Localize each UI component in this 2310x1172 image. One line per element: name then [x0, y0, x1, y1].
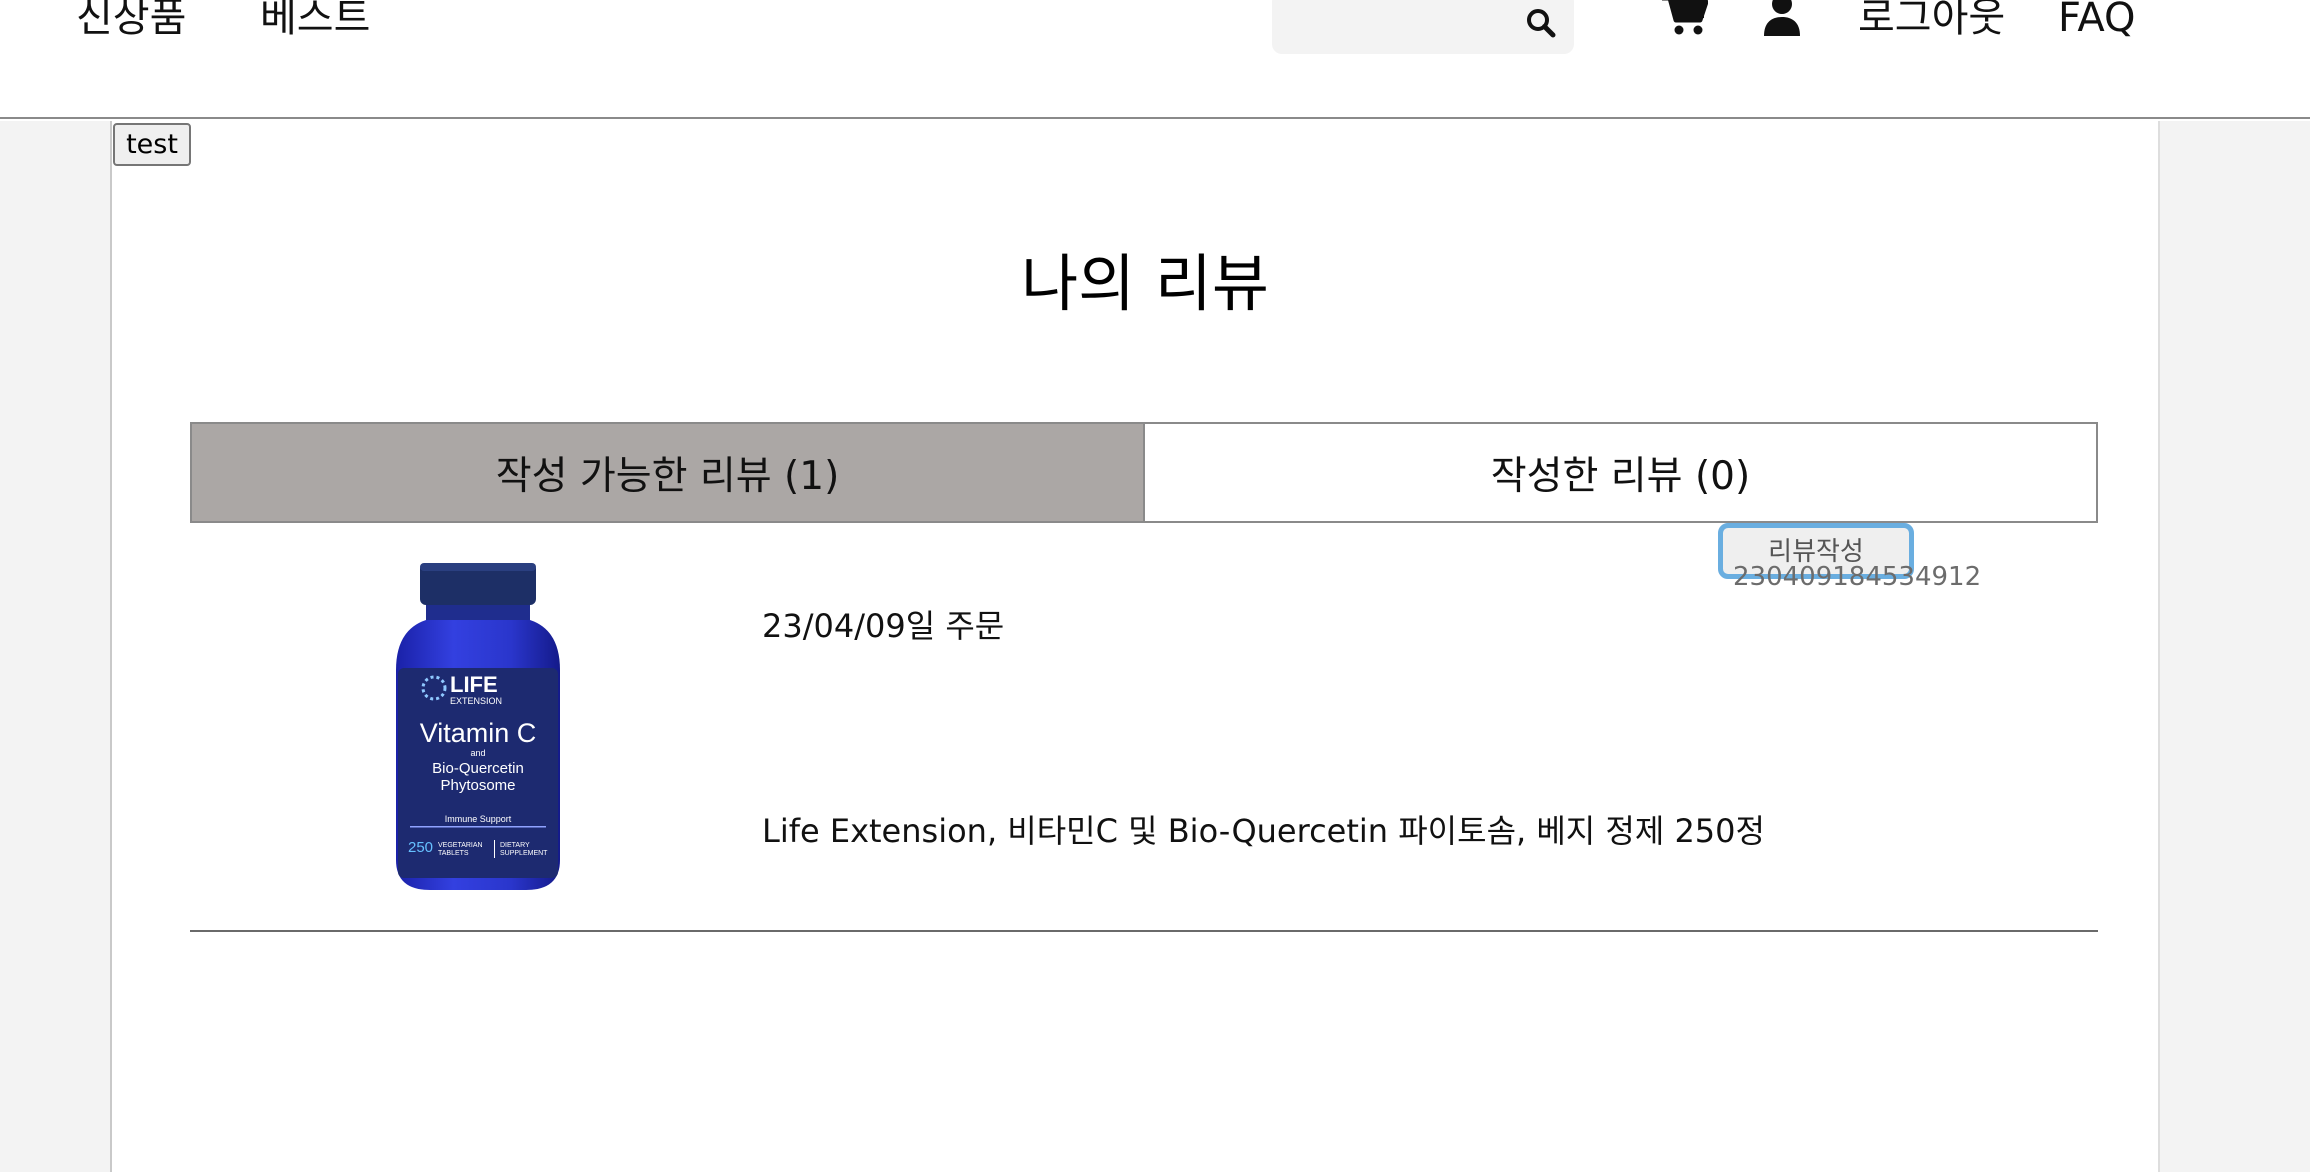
search-icon[interactable] — [1524, 6, 1558, 40]
page-title: 나의 리뷰 — [1021, 247, 1269, 320]
bottle-supp-2: SUPPLEMENT — [500, 850, 548, 857]
bottle-count: 250 — [408, 839, 433, 856]
order-date: 23/04/09일 주문 — [762, 607, 1005, 645]
tab-written-reviews[interactable]: 작성한 리뷰 (0) — [1145, 424, 2096, 521]
cart-icon[interactable] — [1660, 0, 1709, 42]
bottle-supp-1: DIETARY — [500, 842, 530, 849]
faq-link[interactable]: FAQ — [2058, 0, 2135, 44]
bottle-brand-sub: EXTENSION — [450, 696, 502, 706]
bottle-and: and — [470, 748, 485, 758]
bottle-count-label-1: VEGETARIAN — [438, 842, 483, 849]
product-image: LIFE EXTENSION Vitamin C and Bio-Quercet… — [390, 560, 566, 892]
search-input[interactable] — [1286, 4, 1506, 42]
bottle-tag: Immune Support — [445, 814, 512, 824]
left-gutter — [0, 121, 112, 1172]
review-tabs: 작성 가능한 리뷰 (1) 작성한 리뷰 (0) — [190, 422, 2098, 523]
bottle-count-label-2: TABLETS — [438, 850, 469, 857]
search-box[interactable] — [1272, 0, 1574, 54]
bottle-title: Vitamin C — [420, 718, 537, 748]
site-header: 신상품 베스트 로그아웃 FAQ — [0, 0, 2310, 119]
nav-best-link[interactable]: 베스트 — [260, 0, 370, 44]
bottle-subtitle-2: Phytosome — [440, 777, 515, 794]
tab-writable-reviews[interactable]: 작성 가능한 리뷰 (1) — [192, 424, 1145, 521]
bottle-brand: LIFE — [450, 672, 498, 697]
bottle-subtitle-1: Bio-Quercetin — [432, 760, 524, 777]
user-icon[interactable] — [1762, 0, 1802, 42]
order-number: 230409184534912 — [1733, 562, 1982, 592]
list-divider — [190, 930, 2098, 932]
product-name[interactable]: Life Extension, 비타민C 및 Bio-Quercetin 파이토… — [762, 806, 1765, 852]
test-button[interactable]: test — [113, 123, 191, 166]
logout-link[interactable]: 로그아웃 — [1858, 0, 2005, 44]
right-gutter — [2158, 121, 2310, 1172]
nav-new-products-link[interactable]: 신상품 — [76, 0, 186, 44]
